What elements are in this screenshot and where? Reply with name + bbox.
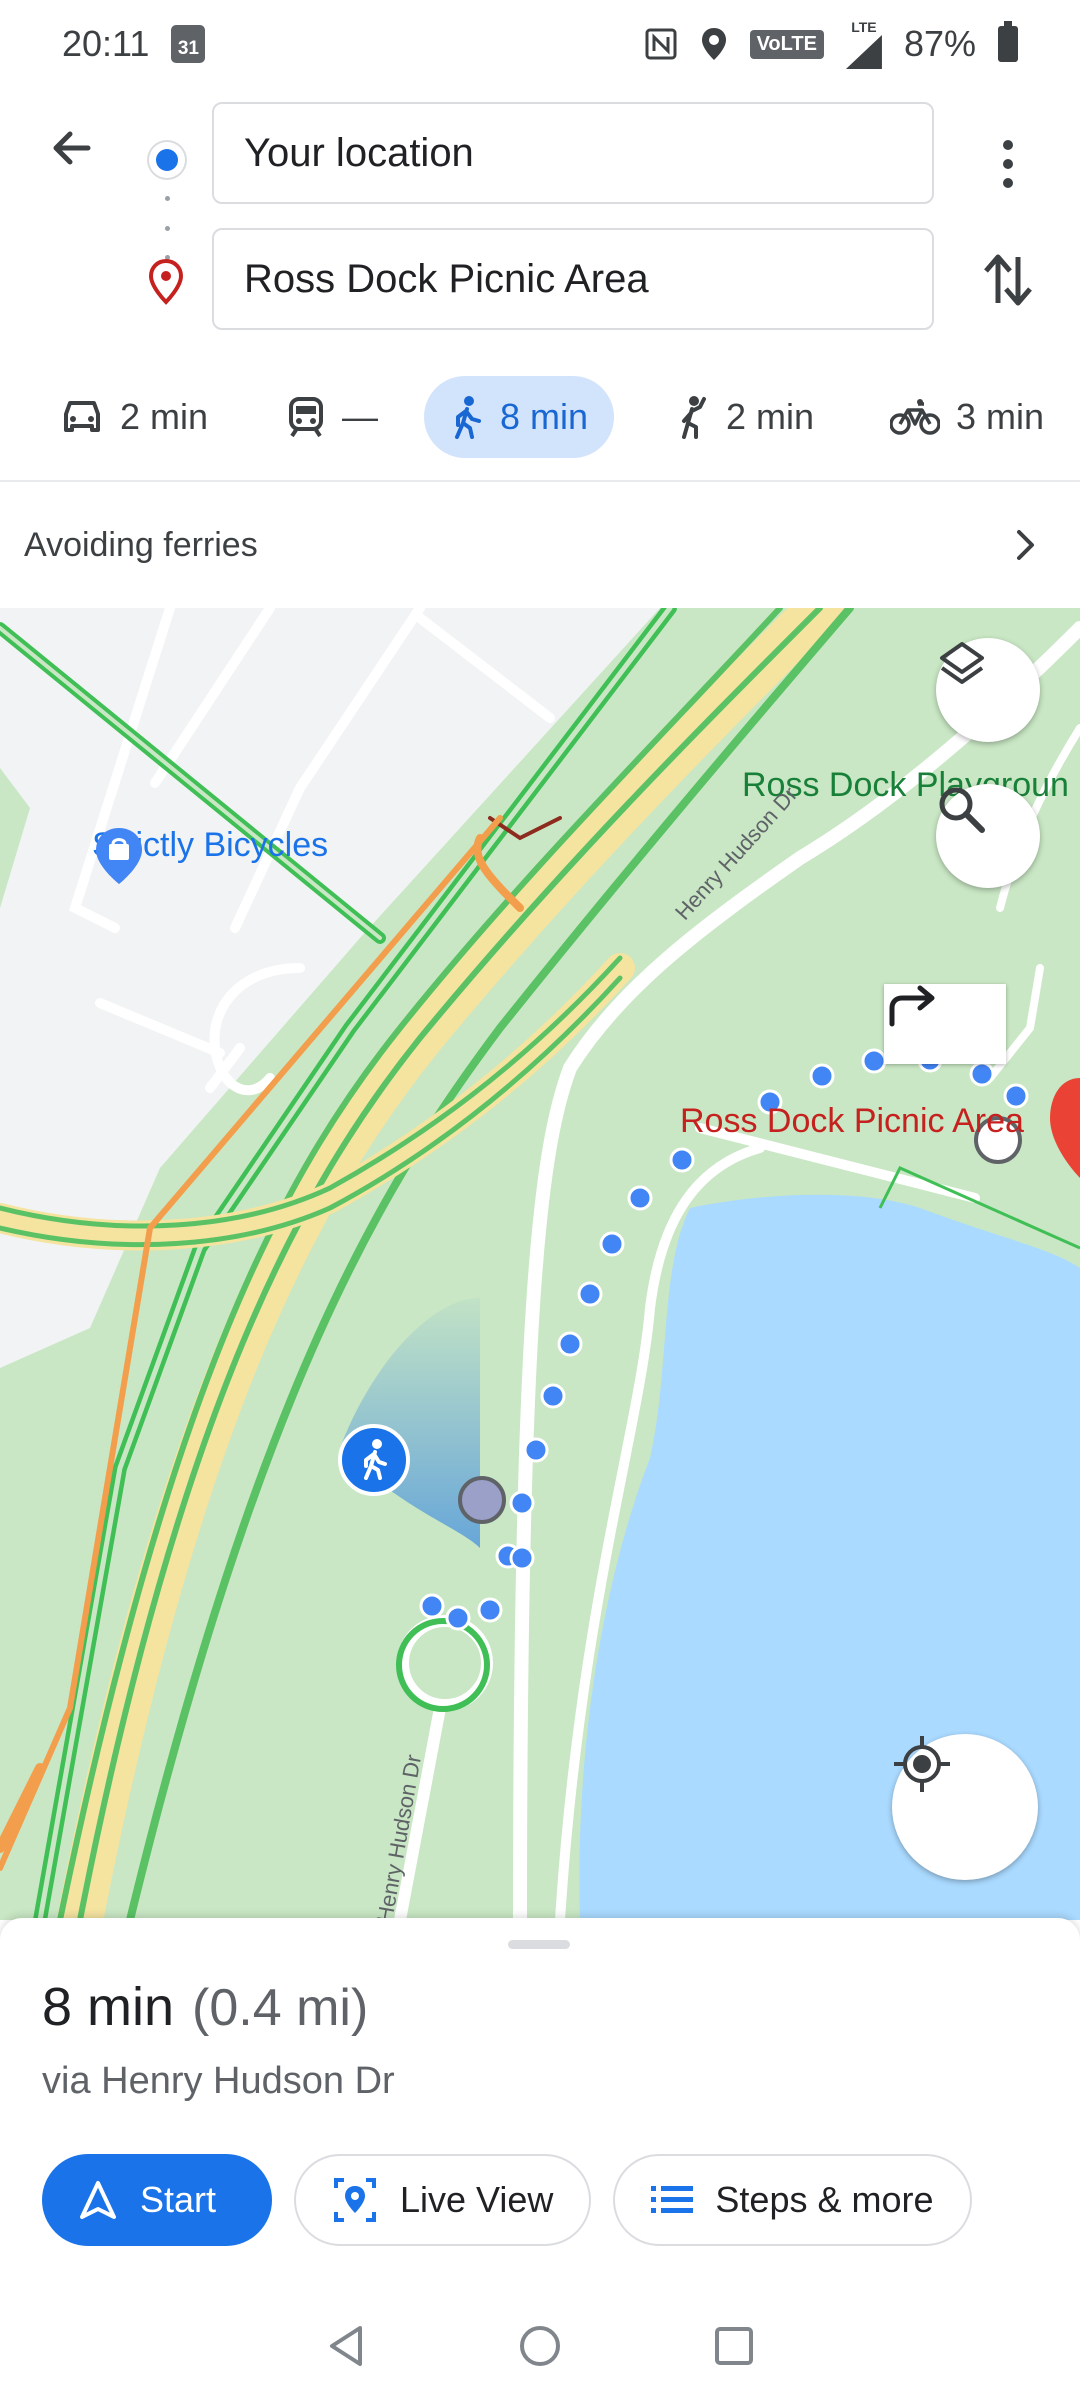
destination-pin: [1050, 1078, 1080, 1178]
mode-transit-time: —: [342, 396, 378, 437]
roundabout: [396, 1618, 490, 1712]
status-left: 20:11 31: [62, 23, 206, 65]
lte-signal: LTE: [845, 19, 882, 69]
chevron-right-icon: [1017, 530, 1034, 560]
mode-car[interactable]: 2 min: [60, 376, 208, 458]
origin-input[interactable]: Your location: [212, 102, 934, 204]
shopping-bag-icon: [96, 828, 142, 884]
route-connector: [164, 196, 170, 260]
start-button[interactable]: Start: [42, 2154, 272, 2246]
map-view[interactable]: Ross Dock Playgroun Strictly Bicycles Ro…: [0, 608, 1080, 1920]
mode-rideshare[interactable]: 2 min: [674, 376, 814, 458]
route-duration: 8 min: [42, 1977, 175, 2037]
mode-bike-time: 3 min: [956, 396, 1045, 437]
signal-icon: [845, 35, 882, 69]
navigation-arrow-icon: [80, 2181, 116, 2219]
mode-walk-time: 8 min: [500, 396, 589, 437]
battery-icon: [998, 21, 1018, 62]
my-location-icon: [894, 1736, 950, 1792]
mode-transit[interactable]: —: [286, 376, 378, 458]
volte-badge: VoLTE: [749, 29, 824, 59]
rideshare-icon: [682, 396, 706, 439]
layers-icon: [940, 642, 984, 684]
lte-label: LTE: [851, 19, 877, 35]
car-icon: [64, 401, 100, 432]
start-label: Start: [140, 2179, 217, 2220]
more-options-button[interactable]: [978, 128, 1038, 200]
urban-area: [0, 608, 660, 1368]
heading-beam: [340, 1298, 480, 1548]
live-view-button[interactable]: Live View: [294, 2154, 592, 2246]
steps-more-label: Steps & more: [715, 2179, 934, 2220]
back-arrow-icon: [53, 131, 91, 165]
status-right: VoLTE LTE 87%: [644, 19, 1018, 69]
route-summary: 8 min (0.4 mi): [42, 1976, 368, 2038]
calendar-icon: 31: [171, 25, 206, 63]
live-view-icon: [334, 2178, 376, 2222]
directions-panel: Your location Ross Dock Picnic Area 2 mi…: [0, 88, 1080, 478]
travel-modes: 2 min — 8 min 2 min 3 min: [0, 364, 1080, 470]
nav-recents-icon[interactable]: [712, 2324, 756, 2368]
current-location-marker: [458, 1476, 506, 1524]
status-bar: 20:11 31 VoLTE LTE 87%: [0, 0, 1080, 88]
layers-button[interactable]: [936, 638, 1040, 742]
origin-dot-icon: [147, 140, 187, 180]
live-view-label: Live View: [400, 2179, 554, 2220]
recenter-button[interactable]: [892, 1734, 1038, 1880]
mode-rideshare-time: 2 min: [726, 396, 815, 437]
nav-home-icon[interactable]: [518, 2324, 562, 2368]
location-status-icon: [701, 28, 726, 60]
status-time: 20:11: [62, 23, 150, 64]
mode-bike[interactable]: 3 min: [890, 376, 1044, 458]
drag-handle[interactable]: [508, 1940, 570, 1949]
back-button[interactable]: [42, 118, 102, 178]
search-icon: [939, 787, 985, 833]
system-nav-bar: [0, 2292, 1080, 2400]
turn-right-icon: [889, 985, 935, 1027]
mode-car-time: 2 min: [120, 396, 209, 437]
avoid-text: Avoiding ferries: [24, 525, 258, 564]
nav-back-icon[interactable]: [324, 2324, 368, 2368]
train-icon: [289, 397, 323, 438]
action-buttons: Start Live View Steps & more: [42, 2154, 972, 2246]
walk-icon: [455, 396, 481, 439]
bike-icon: [890, 399, 940, 435]
list-icon: [651, 2186, 694, 2213]
destination-input[interactable]: Ross Dock Picnic Area: [212, 228, 934, 330]
destination-pin-icon: [148, 258, 184, 305]
search-map-button[interactable]: [936, 784, 1040, 888]
mode-walk[interactable]: 8 min: [424, 376, 615, 458]
swap-icon: [984, 254, 1032, 306]
battery-percent: 87%: [903, 23, 976, 64]
poi-strictly-bicycles[interactable]: Strictly Bicycles: [92, 826, 328, 884]
turn-callout: [884, 984, 1006, 1064]
steps-more-button[interactable]: Steps & more: [613, 2154, 972, 2246]
walker-icon: [338, 1424, 410, 1496]
swap-button[interactable]: [976, 248, 1040, 312]
label-picnic-area: Ross Dock Picnic Area: [680, 1102, 1024, 1140]
route-options-row[interactable]: Avoiding ferries: [0, 482, 1080, 608]
nfc-icon: [645, 28, 677, 60]
route-distance: (0.4 mi): [192, 1979, 369, 2037]
route-via: via Henry Hudson Dr: [42, 2060, 395, 2102]
